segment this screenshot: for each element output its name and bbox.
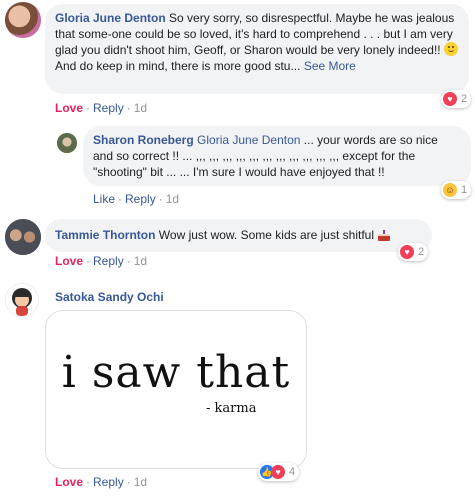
see-more-link[interactable]: See More xyxy=(304,59,356,73)
reply-button[interactable]: Reply xyxy=(125,192,156,206)
reply-button[interactable]: Reply xyxy=(93,254,124,268)
smile-emoji-icon xyxy=(443,42,458,56)
mention-link[interactable]: Gloria June Denton xyxy=(197,133,300,147)
heart-icon: ♥ xyxy=(443,92,457,106)
avatar-image xyxy=(5,2,41,38)
avatar-image xyxy=(5,219,41,255)
comment-text: Wow just wow. Some kids are just shitful xyxy=(158,228,374,242)
reaction-count: 4 xyxy=(289,466,296,478)
avatar-gloria[interactable] xyxy=(5,2,41,38)
heart-icon: ♥ xyxy=(271,465,285,479)
comment-actions: Love · Reply · 1d xyxy=(55,254,148,268)
reaction-summary[interactable]: ♥ 2 xyxy=(398,243,429,261)
avatar-tammie[interactable] xyxy=(5,219,41,255)
like-button[interactable]: Like xyxy=(93,192,115,206)
comment-actions: Love · Reply · 1d xyxy=(55,475,148,489)
love-button[interactable]: Love xyxy=(55,254,83,268)
reaction-summary[interactable]: 👍 ♥ 4 xyxy=(258,463,300,481)
reaction-summary[interactable]: ☺ 1 xyxy=(441,181,472,199)
haha-icon: ☺ xyxy=(443,183,457,197)
comment-actions: Like · Reply · 1d xyxy=(93,192,180,206)
avatar-image xyxy=(57,133,77,153)
timestamp[interactable]: 1d xyxy=(166,192,179,206)
comment-author[interactable]: Gloria June Denton xyxy=(55,11,166,25)
cake-emoji-icon xyxy=(377,229,391,241)
comment-author[interactable]: Sharon Roneberg xyxy=(93,133,194,147)
reaction-count: 1 xyxy=(461,184,468,196)
comment-text-continued: And do keep in mind, there is more good … xyxy=(55,59,301,73)
comment-author[interactable]: Satoka Sandy Ochi xyxy=(55,290,164,304)
heart-icon: ♥ xyxy=(400,245,414,259)
reply-button[interactable]: Reply xyxy=(93,101,124,115)
reply-bubble: Sharon Roneberg Gloria June Denton ... y… xyxy=(83,126,471,186)
comment-bubble: Tammie Thornton Wow just wow. Some kids … xyxy=(45,219,432,252)
image-text-main: i saw that xyxy=(61,347,291,398)
reaction-count: 2 xyxy=(418,246,425,258)
reaction-summary[interactable]: ♥ 2 xyxy=(441,90,472,108)
timestamp[interactable]: 1d xyxy=(134,475,147,489)
comment-bubble: Gloria June Denton So very sorry, so dis… xyxy=(45,4,469,94)
comment-image[interactable]: i saw that - karma xyxy=(45,310,307,469)
comment-actions: Love · Reply · 1d xyxy=(55,101,148,115)
timestamp[interactable]: 1d xyxy=(134,254,147,268)
reaction-count: 2 xyxy=(461,93,468,105)
avatar-satoka[interactable] xyxy=(5,283,39,317)
timestamp[interactable]: 1d xyxy=(134,101,147,115)
avatar-image xyxy=(12,288,32,316)
image-text-sub: - karma xyxy=(206,401,257,416)
love-button[interactable]: Love xyxy=(55,101,83,115)
comment-author[interactable]: Tammie Thornton xyxy=(55,228,155,242)
avatar-sharon[interactable] xyxy=(57,133,77,153)
love-button[interactable]: Love xyxy=(55,475,83,489)
reply-button[interactable]: Reply xyxy=(93,475,124,489)
